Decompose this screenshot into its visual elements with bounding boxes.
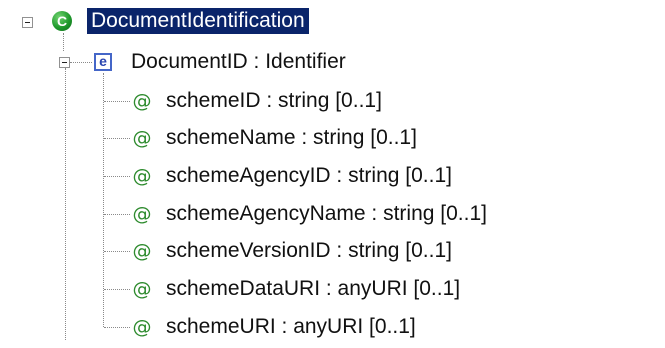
attribute-icon: @ — [132, 165, 152, 187]
attribute-label: schemeName : string [0..1] — [166, 126, 417, 149]
attribute-label: schemeID : string [0..1] — [166, 89, 382, 112]
attribute-icon: @ — [132, 278, 152, 300]
tree-guide-branch — [104, 327, 130, 328]
attribute-icon: @ — [132, 127, 152, 149]
schema-tree: C DocumentIdentification e DocumentID : … — [0, 0, 665, 348]
tree-guide-attributes — [65, 68, 66, 340]
tree-node-documentidentification[interactable]: DocumentIdentification — [87, 8, 309, 34]
attribute-label: schemeVersionID : string [0..1] — [166, 239, 452, 262]
collapse-toggle-root[interactable] — [22, 17, 33, 28]
tree-guide-branch — [104, 138, 130, 139]
attribute-label: schemeDataURI : anyURI [0..1] — [166, 277, 461, 300]
tree-guide-branch — [104, 176, 130, 177]
tree-guide-branch — [104, 289, 130, 290]
attribute-label: schemeURI : anyURI [0..1] — [166, 315, 416, 338]
attribute-icon: @ — [132, 316, 152, 338]
attribute-icon: @ — [132, 240, 152, 262]
collapse-toggle-element[interactable] — [59, 57, 70, 68]
tree-guide-branch — [104, 251, 130, 252]
attribute-label: schemeAgencyID : string [0..1] — [166, 164, 452, 187]
tree-guide-branch — [104, 214, 130, 215]
attribute-icon: @ — [132, 203, 152, 225]
element-icon: e — [94, 53, 112, 71]
attribute-icon: @ — [132, 90, 152, 112]
tree-node-documentid[interactable]: DocumentID : Identifier — [131, 49, 346, 75]
class-icon: C — [52, 11, 72, 31]
attribute-label: schemeAgencyName : string [0..1] — [166, 202, 487, 225]
tree-guide-element — [70, 62, 92, 63]
tree-guide-root — [63, 33, 64, 51]
tree-guide-branch — [104, 101, 130, 102]
